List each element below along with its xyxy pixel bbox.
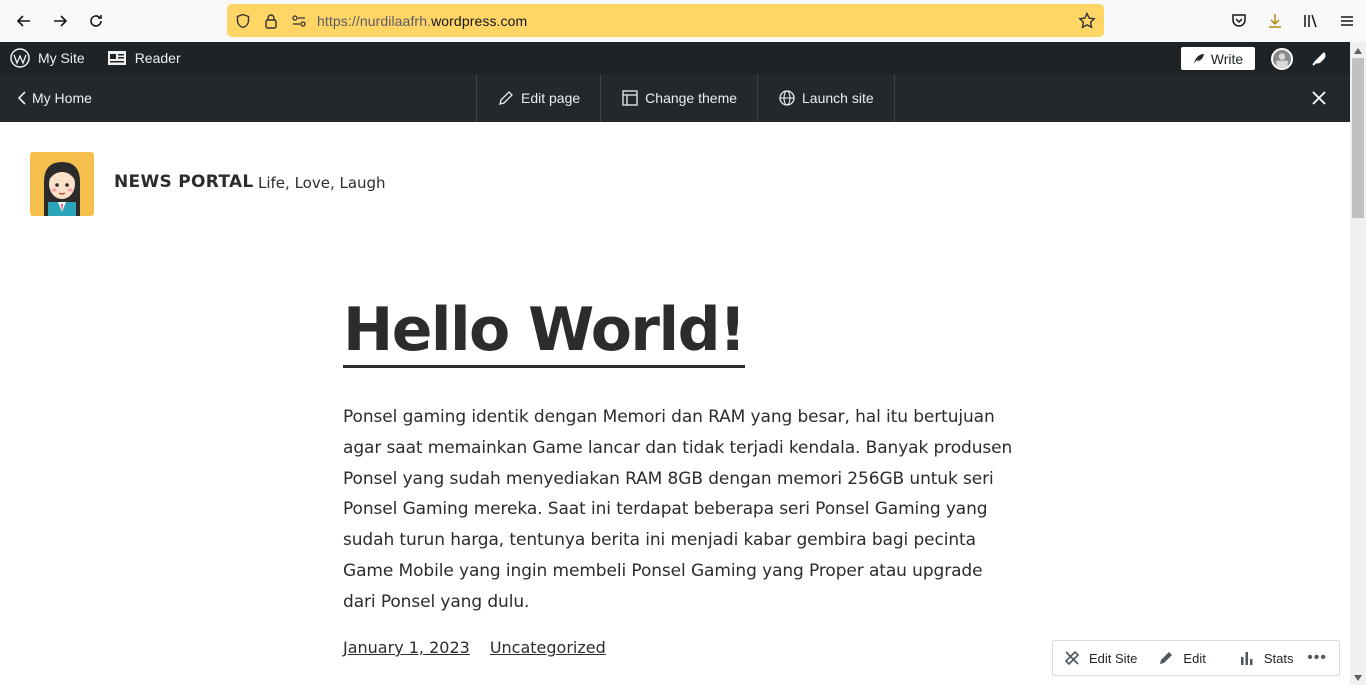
edit-page-label: Edit page [521,90,581,106]
my-home-link[interactable]: My Home [18,74,92,122]
write-label: Write [1210,50,1244,67]
wordpress-logo-icon [10,48,30,68]
url-bar[interactable]: https://nurdilaafrh.wordpress.com [227,4,1104,37]
my-home-label: My Home [32,90,92,106]
page-scrollbar[interactable] [1350,42,1366,685]
change-theme-button[interactable]: Change theme [600,74,757,122]
wp-admin-bar: My Site Reader Write [0,42,1350,74]
tools-icon [1064,650,1080,666]
permissions-icon[interactable] [291,13,307,29]
scroll-up-arrow-icon[interactable] [1354,48,1362,54]
reader-label: Reader [134,50,181,66]
browser-tools [1230,0,1356,42]
launch-site-label: Launch site [802,90,874,106]
site-actions: Edit page Change theme Launch site [476,74,895,122]
back-button[interactable] [6,3,42,39]
chevron-left-icon [18,91,26,105]
my-site-label: My Site [38,50,85,66]
bookmark-star-icon[interactable] [1078,12,1096,30]
edit-label: Edit [1183,650,1206,666]
arrow-right-icon [54,15,68,27]
shield-icon[interactable] [235,13,251,29]
notifications-bell-icon[interactable] [1310,48,1330,68]
post-title[interactable]: Hello World! [343,296,746,368]
bar-chart-icon [1240,652,1253,665]
pencil-icon [499,91,513,105]
post-content: Ponsel gaming identik dengan Memori dan … [343,407,1013,612]
reload-button[interactable] [78,3,114,39]
url-subdomain: nurdilaafrh. [359,12,432,29]
pocket-icon[interactable] [1230,12,1248,30]
forward-button[interactable] [42,3,78,39]
site-logo[interactable] [30,152,94,216]
url-scheme: https:// [317,12,360,29]
post-date-link[interactable]: January 1, 2023 [343,638,470,657]
arrow-left-icon [16,15,30,27]
write-button[interactable]: Write [1181,47,1255,70]
edit-site-button[interactable]: Edit Site [1053,640,1147,676]
change-theme-label: Change theme [645,90,738,106]
reader-icon [107,51,126,65]
site-tagline: Life, Love, Laugh [258,174,386,192]
post-category-link[interactable]: Uncategorized [490,638,606,657]
stats-button[interactable]: Stats [1228,640,1304,676]
reader-link[interactable]: Reader [97,42,191,74]
library-icon[interactable] [1302,12,1320,30]
close-icon[interactable] [1310,89,1328,107]
edit-page-button[interactable]: Edit page [476,74,600,122]
reload-icon [90,15,102,27]
floating-admin-toolbar: Edit Site Edit Stats ••• [1052,640,1340,676]
my-site-link[interactable]: My Site [0,42,95,74]
lock-icon[interactable] [263,13,279,29]
user-avatar[interactable] [1271,48,1293,70]
scroll-thumb[interactable] [1352,58,1364,218]
url-text[interactable]: https://nurdilaafrh.wordpress.com [317,13,527,29]
launch-site-button[interactable]: Launch site [757,74,895,122]
more-options-icon[interactable]: ••• [1307,649,1339,667]
url-domain: wordpress.com [431,12,528,29]
post-meta: January 1, 2023 Uncategorized [343,638,606,657]
download-icon[interactable] [1266,12,1284,30]
feather-icon [1193,53,1204,64]
globe-icon [779,90,795,106]
stats-label: Stats [1263,650,1294,666]
scroll-down-arrow-icon[interactable] [1354,675,1362,681]
site-title[interactable]: NEWS PORTAL [114,172,254,192]
menu-hamburger-icon[interactable] [1338,12,1356,30]
pencil-icon [1160,652,1173,664]
layout-icon [622,90,638,106]
edit-button[interactable]: Edit [1147,640,1215,676]
browser-toolbar: https://nurdilaafrh.wordpress.com [0,0,1366,42]
edit-site-label: Edit Site [1089,650,1138,666]
site-preview-bar: My Home Edit page Change theme Launch si… [0,74,1350,122]
